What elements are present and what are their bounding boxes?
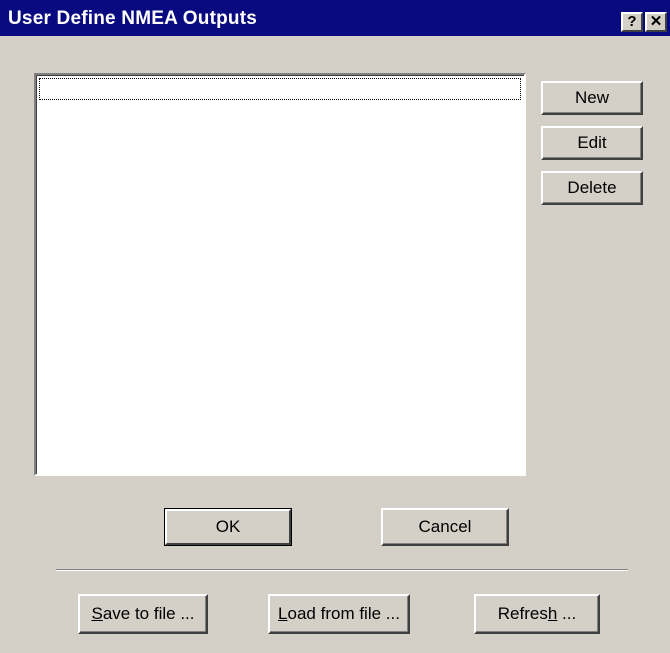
refresh-label-start: Refres bbox=[497, 604, 548, 623]
title-bar[interactable]: User Define NMEA Outputs ? ✕ bbox=[0, 0, 670, 36]
list-focus-row[interactable] bbox=[39, 78, 521, 100]
window-title: User Define NMEA Outputs bbox=[8, 8, 258, 29]
refresh-button[interactable]: Refresh ... bbox=[474, 594, 600, 634]
delete-button[interactable]: Delete bbox=[541, 171, 643, 205]
load-label: oad from file ... bbox=[287, 604, 400, 623]
cancel-button[interactable]: Cancel bbox=[381, 508, 509, 546]
separator bbox=[56, 569, 628, 571]
close-icon[interactable]: ✕ bbox=[645, 12, 667, 32]
edit-button[interactable]: Edit bbox=[541, 126, 643, 160]
refresh-accelerator: h bbox=[547, 604, 558, 623]
refresh-label-end: ... bbox=[557, 604, 577, 623]
help-icon[interactable]: ? bbox=[621, 12, 643, 32]
save-to-file-button[interactable]: Save to file ... bbox=[78, 594, 208, 634]
nmea-output-list[interactable] bbox=[34, 73, 526, 476]
nmea-outputs-dialog: User Define NMEA Outputs ? ✕ New Edit De… bbox=[0, 0, 670, 653]
load-from-file-button[interactable]: Load from file ... bbox=[268, 594, 410, 634]
load-accelerator: L bbox=[278, 604, 288, 623]
ok-button-bevel: OK bbox=[165, 509, 291, 545]
ok-button-label: OK bbox=[215, 517, 241, 536]
save-label: ave to file ... bbox=[102, 604, 195, 623]
new-button[interactable]: New bbox=[541, 81, 643, 115]
save-accelerator: S bbox=[91, 604, 103, 623]
ok-button[interactable]: OK bbox=[164, 508, 292, 546]
